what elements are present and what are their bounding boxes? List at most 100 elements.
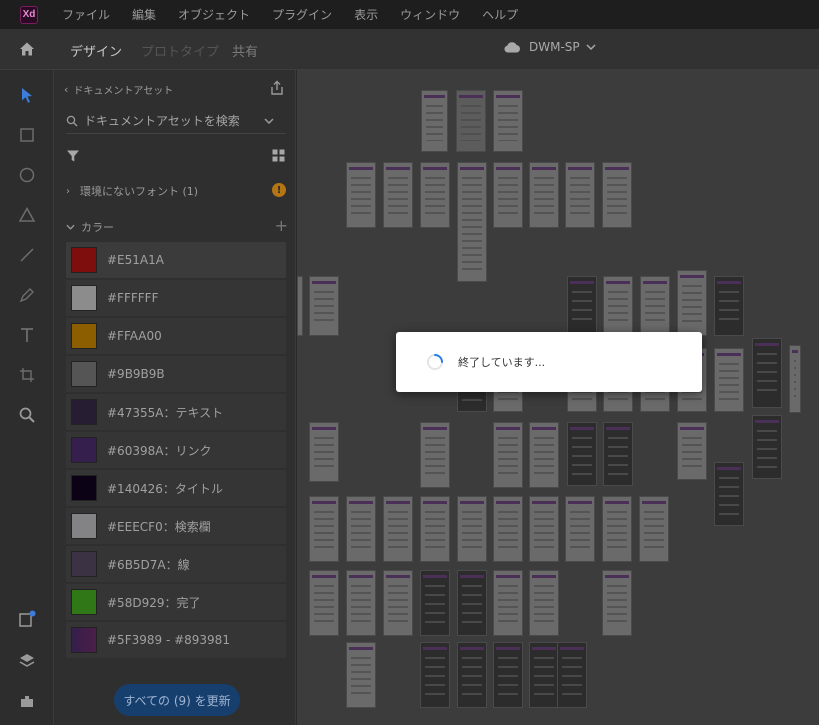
color-asset-row[interactable]: #FFFFFF: [66, 280, 286, 316]
artboard[interactable]: [603, 276, 633, 336]
artboard[interactable]: [567, 276, 597, 336]
artboard[interactable]: [640, 276, 670, 336]
artboard[interactable]: [567, 422, 597, 486]
artboard[interactable]: [565, 162, 595, 228]
search-input[interactable]: [84, 113, 264, 128]
artboard[interactable]: [420, 496, 450, 562]
artboard-tool-icon[interactable]: [18, 366, 36, 384]
colors-section-header[interactable]: カラー +: [66, 216, 288, 236]
artboard[interactable]: [714, 462, 744, 526]
tab-share[interactable]: 共有: [232, 41, 258, 60]
artboard[interactable]: [493, 642, 523, 708]
color-asset-row[interactable]: #9B9B9B: [66, 356, 286, 392]
artboard[interactable]: [493, 90, 523, 152]
color-asset-row[interactable]: #58D929：完了: [66, 584, 286, 620]
zoom-tool-icon[interactable]: [18, 406, 36, 424]
artboard[interactable]: [457, 642, 487, 708]
chevron-down-icon[interactable]: [264, 117, 274, 124]
artboard[interactable]: [383, 162, 413, 228]
color-asset-row[interactable]: #EEECF0：検索欄: [66, 508, 286, 544]
artboard[interactable]: [420, 642, 450, 708]
artboard[interactable]: [420, 162, 450, 228]
artboard[interactable]: [677, 270, 707, 336]
artboard[interactable]: [456, 90, 486, 152]
document-assets-icon[interactable]: [18, 610, 36, 628]
artboard[interactable]: [309, 496, 339, 562]
artboard[interactable]: [493, 422, 523, 488]
artboard[interactable]: [309, 570, 339, 636]
tab-prototype[interactable]: プロトタイプ: [141, 41, 219, 60]
artboard[interactable]: [602, 570, 632, 636]
artboard[interactable]: [603, 422, 633, 486]
artboard[interactable]: [346, 642, 376, 708]
color-asset-row[interactable]: #60398A：リンク: [66, 432, 286, 468]
select-tool-icon[interactable]: [18, 86, 36, 104]
artboard[interactable]: [420, 570, 450, 636]
artboard[interactable]: [529, 642, 559, 708]
artboard[interactable]: [529, 162, 559, 228]
update-all-button[interactable]: すべての (9) を更新: [114, 684, 240, 716]
artboard[interactable]: [752, 415, 782, 479]
artboard[interactable]: [309, 276, 339, 336]
canvas[interactable]: [297, 70, 819, 725]
artboard[interactable]: [602, 496, 632, 562]
artboard[interactable]: [420, 422, 450, 488]
menu-file[interactable]: ファイル: [62, 6, 110, 23]
pen-tool-icon[interactable]: [18, 286, 36, 304]
artboard[interactable]: [639, 496, 669, 562]
color-asset-row[interactable]: #FFAA00: [66, 318, 286, 354]
plugins-icon[interactable]: [18, 692, 36, 710]
artboard[interactable]: [346, 570, 376, 636]
share-export-icon[interactable]: [269, 80, 285, 96]
color-asset-row[interactable]: #5F3989 - #893981: [66, 622, 286, 658]
artboard[interactable]: [457, 570, 487, 636]
artboard[interactable]: [529, 422, 559, 488]
artboard[interactable]: [346, 496, 376, 562]
menu-edit[interactable]: 編集: [132, 6, 156, 23]
polygon-tool-icon[interactable]: [18, 206, 36, 224]
artboard[interactable]: [602, 162, 632, 228]
artboard[interactable]: [677, 422, 707, 480]
artboard[interactable]: [493, 570, 523, 636]
document-title-dropdown[interactable]: DWM-SP: [503, 40, 604, 54]
line-tool-icon[interactable]: [18, 246, 36, 264]
filter-icon[interactable]: [66, 149, 80, 163]
color-asset-row[interactable]: #E51A1A: [66, 242, 286, 278]
artboard[interactable]: [457, 496, 487, 562]
artboard[interactable]: [789, 345, 801, 413]
artboard[interactable]: [309, 422, 339, 482]
color-asset-row[interactable]: #47355A：テキスト: [66, 394, 286, 430]
artboard[interactable]: [752, 338, 782, 408]
menu-plugins[interactable]: プラグイン: [272, 6, 332, 23]
artboard[interactable]: [421, 90, 448, 152]
add-color-icon[interactable]: +: [275, 216, 288, 235]
color-asset-row[interactable]: #140426：タイトル: [66, 470, 286, 506]
menu-view[interactable]: 表示: [354, 6, 378, 23]
menu-window[interactable]: ウィンドウ: [400, 6, 460, 23]
artboard[interactable]: [529, 496, 559, 562]
rectangle-tool-icon[interactable]: [18, 126, 36, 144]
artboard[interactable]: [383, 570, 413, 636]
menu-help[interactable]: ヘルプ: [482, 6, 518, 23]
artboard[interactable]: [714, 348, 744, 412]
artboard[interactable]: [557, 642, 587, 708]
artboard[interactable]: [565, 496, 595, 562]
artboard[interactable]: [493, 496, 523, 562]
missing-fonts-section[interactable]: › 環境にないフォント (1) !: [66, 182, 288, 200]
color-asset-row[interactable]: #6B5D7A：線: [66, 546, 286, 582]
artboard[interactable]: [297, 276, 303, 336]
artboard[interactable]: [493, 162, 523, 228]
artboard[interactable]: [383, 496, 413, 562]
ellipse-tool-icon[interactable]: [18, 166, 36, 184]
grid-view-icon[interactable]: [272, 149, 285, 162]
menu-object[interactable]: オブジェクト: [178, 6, 250, 23]
text-tool-icon[interactable]: [18, 326, 36, 344]
layers-icon[interactable]: [18, 652, 36, 670]
assets-header[interactable]: ‹ ドキュメントアセット: [64, 82, 173, 97]
artboard[interactable]: [457, 162, 487, 282]
artboard[interactable]: [714, 276, 744, 336]
artboard[interactable]: [346, 162, 376, 228]
home-icon[interactable]: [18, 40, 36, 58]
tab-design[interactable]: デザイン: [70, 41, 123, 72]
artboard[interactable]: [529, 570, 559, 636]
